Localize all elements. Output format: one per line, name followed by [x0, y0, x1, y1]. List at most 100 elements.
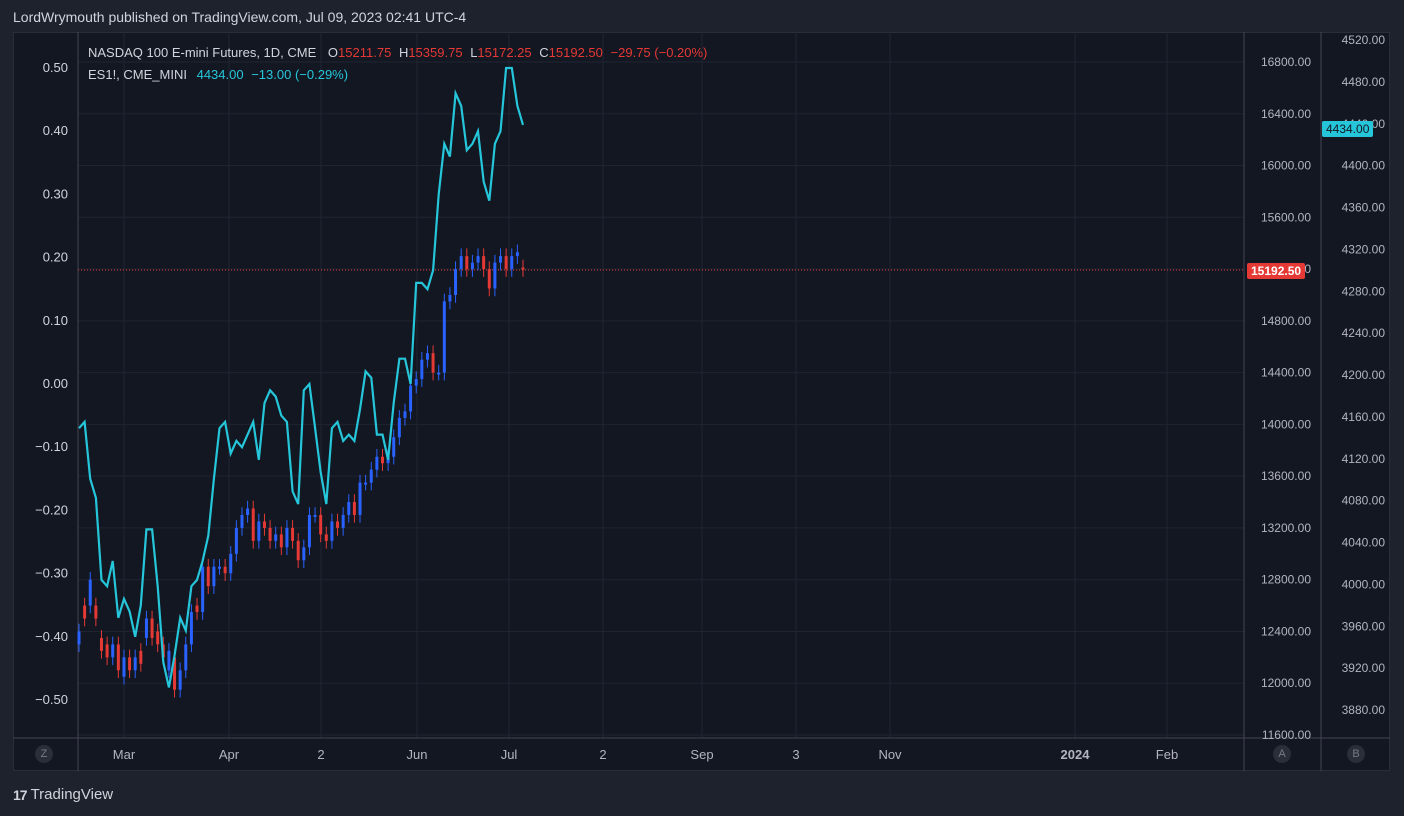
nq-tick-label: 12400.00 — [1261, 624, 1311, 638]
candle-body — [442, 301, 446, 373]
candle-body — [375, 456, 379, 470]
candle-body — [358, 482, 362, 515]
candle-body — [257, 521, 261, 541]
candle-body — [324, 534, 328, 541]
candle-body — [218, 566, 222, 569]
left-tick-label: −0.50 — [35, 692, 68, 707]
publisher-line: LordWrymouth published on TradingView.co… — [13, 9, 467, 25]
legend-compare[interactable]: ES1!, CME_MINI 4434.00 −13.00 (−0.29%) — [88, 67, 352, 82]
candle-body — [369, 469, 373, 483]
time-tick-label: Sep — [690, 747, 713, 762]
left-tick-label: 0.50 — [43, 60, 68, 75]
candle-body — [409, 385, 413, 412]
legend-high: 15359.75 — [408, 45, 463, 60]
candle-body — [336, 521, 340, 528]
left-tick-label: 0.00 — [43, 376, 68, 391]
candle-body — [313, 514, 317, 517]
auto-scale-a-button[interactable]: A — [1273, 745, 1291, 763]
es-tick-label: 4040.00 — [1342, 536, 1386, 550]
candle-body — [364, 482, 368, 485]
candle-body — [167, 650, 171, 671]
es-tick-label: 4400.00 — [1342, 159, 1386, 173]
left-tick-label: 0.40 — [43, 123, 68, 138]
candle-body — [206, 566, 210, 587]
candle-body — [296, 540, 300, 561]
nq-tick-label: 12800.00 — [1261, 573, 1311, 587]
candle-body — [279, 534, 283, 548]
time-tick-label: Mar — [113, 747, 136, 762]
candle-body — [319, 514, 323, 535]
nq-tick-label: 14000.00 — [1261, 417, 1311, 431]
candle-body — [156, 631, 160, 645]
candle-body — [262, 521, 266, 528]
legend-main-symbol: NASDAQ 100 E-mini Futures, 1D, CME — [88, 45, 317, 60]
candle-body — [240, 514, 244, 528]
candle-body — [111, 644, 115, 658]
candle-body — [94, 605, 98, 619]
auto-scale-b-button[interactable]: B — [1347, 745, 1365, 763]
candle-body — [139, 650, 143, 664]
candle-body — [470, 262, 474, 270]
candle-body — [347, 502, 351, 515]
candle-body — [150, 618, 154, 638]
candle-body — [454, 269, 458, 295]
left-tick-label: −0.10 — [35, 439, 68, 454]
candle-body — [482, 256, 486, 270]
nq-tick-label: 11600.00 — [1262, 728, 1311, 742]
candle-body — [133, 657, 137, 671]
candle-body — [448, 294, 452, 302]
candle-body — [341, 514, 345, 528]
candle-body — [431, 353, 435, 373]
candle-body — [425, 353, 429, 360]
candle-body — [414, 379, 418, 386]
candle-body — [234, 527, 238, 554]
candle-body — [268, 527, 272, 541]
nq-tick-label: 13200.00 — [1261, 521, 1311, 535]
nq-tick-label: 13600.00 — [1261, 469, 1311, 483]
candle-body — [397, 417, 401, 438]
candle-body — [274, 534, 278, 541]
es-tick-label: 4160.00 — [1342, 410, 1386, 424]
candle-body — [105, 644, 109, 658]
time-tick-label: 3 — [792, 747, 799, 762]
left-tick-label: −0.40 — [35, 629, 68, 644]
nq-tick-label: 16800.00 — [1261, 55, 1311, 69]
candle-body — [128, 657, 132, 671]
candle-body — [307, 514, 311, 548]
legend-compare-value: 4434.00 — [196, 67, 244, 82]
candle-body — [459, 256, 463, 270]
legend-compare-change: −13.00 (−0.29%) — [251, 67, 349, 82]
candle-body — [380, 456, 384, 464]
candle-body — [88, 579, 92, 606]
nq-tick-label: 16000.00 — [1261, 159, 1311, 173]
es-tick-label: 4080.00 — [1342, 494, 1386, 508]
time-tick-label: 2024 — [1061, 747, 1091, 762]
candle-body — [178, 670, 182, 690]
candle-body — [195, 605, 199, 613]
candle-body — [144, 618, 148, 638]
candle-body — [246, 508, 250, 515]
auto-scale-left-button[interactable]: Z — [35, 745, 53, 763]
legend-main[interactable]: NASDAQ 100 E-mini Futures, 1D, CME O1521… — [88, 45, 711, 60]
grid — [78, 32, 1244, 738]
es-tick-label: 4360.00 — [1342, 201, 1386, 215]
es-tick-label: 4280.00 — [1342, 284, 1386, 298]
left-axis-ticks: 0.50 0.40 0.30 0.20 0.10 0.00 −0.10 −0.20 −0.30 −… — [35, 60, 68, 707]
candle-body — [122, 657, 126, 677]
es-tick-label: 3960.00 — [1342, 619, 1386, 633]
candle-body — [291, 527, 295, 541]
tradingview-logo-icon: 17 — [13, 786, 28, 803]
compare-price-badge: 4434.00 — [1322, 121, 1374, 137]
legend-open: 15211.75 — [338, 45, 392, 60]
nq-tick-label: 16400.00 — [1261, 107, 1311, 121]
time-tick-label: 2 — [599, 747, 606, 762]
footer-brand: TradingView — [30, 786, 114, 803]
es-tick-label: 4480.00 — [1342, 75, 1386, 89]
chart[interactable]: 0.50 0.40 0.30 0.20 0.10 0.00 −0.10 −0.20 −0.30 −… — [13, 32, 1390, 771]
candle-body — [420, 359, 424, 380]
time-tick-label: 2 — [317, 747, 324, 762]
nq-tick-label: 14400.00 — [1261, 366, 1311, 380]
es-tick-label: 4000.00 — [1342, 577, 1386, 591]
left-tick-label: 0.30 — [43, 186, 68, 201]
candle-body — [499, 256, 503, 263]
